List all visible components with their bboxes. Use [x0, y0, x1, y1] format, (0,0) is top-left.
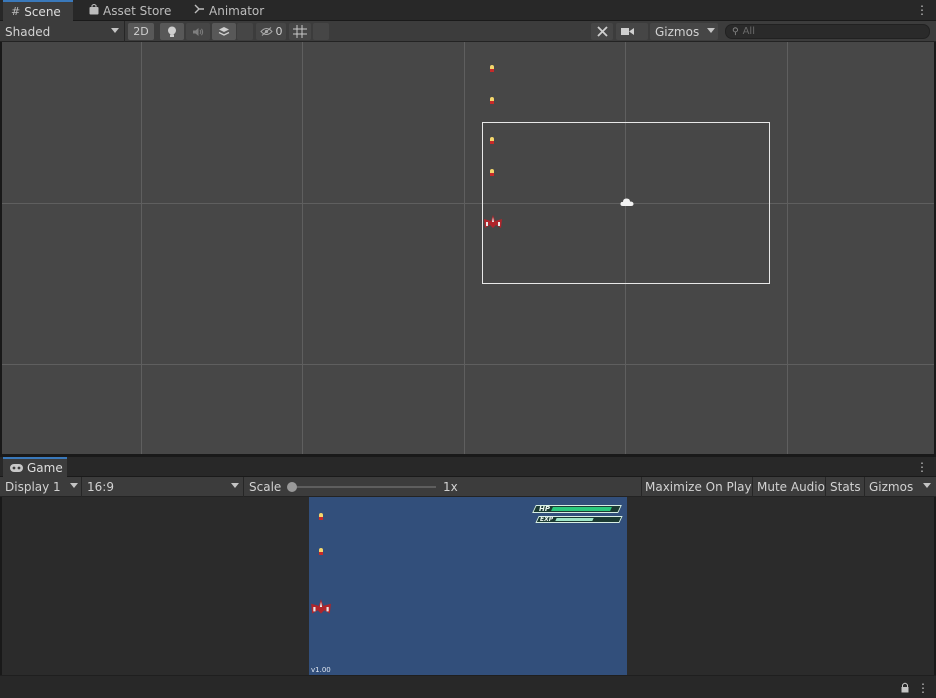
tab-asset-store[interactable]: Asset Store — [83, 0, 173, 21]
search-placeholder: All — [742, 26, 755, 37]
grid-icon: # — [11, 5, 21, 18]
exp-label: EXP — [540, 516, 554, 523]
chevron-down-icon — [707, 28, 715, 33]
game-toolbar: Display 1 16:9 Scale 1x Maximize On Play… — [0, 477, 936, 497]
hidden-objects-count: 0 — [275, 25, 283, 38]
hp-label: HP — [539, 505, 550, 513]
exp-bar-fill — [555, 518, 594, 521]
game-gizmos-dropdown[interactable]: Gizmos — [864, 478, 934, 495]
tab-animator-label: Animator — [209, 3, 265, 18]
bullet-sprite — [319, 548, 323, 555]
scale-slider-track[interactable] — [290, 486, 436, 488]
grid-line — [464, 42, 465, 454]
tab-game[interactable]: Game — [3, 457, 67, 477]
aspect-label: 16:9 — [87, 479, 114, 494]
lighting-toggle[interactable] — [160, 23, 184, 40]
gizmos-dropdown[interactable]: Gizmos — [650, 23, 718, 40]
tab-animator[interactable]: Animator — [190, 0, 270, 21]
camera-icon — [621, 28, 634, 35]
draw-mode-label: Shaded — [5, 24, 51, 39]
animator-icon — [194, 4, 205, 17]
game-tab-bar: Game ⋮ — [0, 457, 936, 477]
tab-scene-label: Scene — [24, 4, 61, 19]
lock-icon[interactable] — [901, 682, 909, 693]
status-menu-icon[interactable]: ⋮ — [917, 682, 929, 694]
bullet-sprite[interactable] — [490, 65, 494, 72]
toolbar-separator — [243, 477, 244, 497]
scale-value: 1x — [443, 480, 458, 494]
grid-line — [787, 42, 788, 454]
game-canvas[interactable]: HP EXP v1.00 — [309, 497, 627, 675]
stats-toggle[interactable]: Stats — [830, 477, 861, 497]
display-dropdown[interactable]: Display 1 — [0, 478, 81, 495]
bag-icon — [89, 3, 99, 18]
bullet-sprite[interactable] — [490, 97, 494, 104]
lightbulb-icon — [168, 26, 176, 37]
player-ship-sprite[interactable] — [483, 215, 503, 229]
effects-dropdown[interactable] — [237, 23, 253, 40]
version-label: v1.00 — [311, 666, 331, 674]
bullet-sprite[interactable] — [490, 137, 494, 144]
tab-scene[interactable]: # Scene — [3, 0, 73, 21]
toolbar-separator — [124, 21, 125, 42]
chevron-down-icon — [70, 483, 78, 488]
tools-icon — [596, 26, 608, 37]
bullet-sprite[interactable] — [490, 169, 494, 176]
maximize-on-play-toggle[interactable]: Maximize On Play — [645, 477, 752, 497]
scale-slider-thumb[interactable] — [287, 482, 297, 492]
mute-audio-toggle[interactable]: Mute Audio — [757, 477, 825, 497]
chevron-down-icon — [231, 483, 239, 488]
toggle-2d-button[interactable]: 2D — [128, 23, 154, 40]
effects-toggle[interactable] — [212, 23, 236, 40]
draw-mode-dropdown[interactable]: Shaded — [0, 23, 122, 40]
tools-toggle[interactable] — [591, 23, 613, 40]
scene-visibility-toggle[interactable]: 0 — [256, 23, 286, 40]
eye-hidden-icon — [259, 27, 273, 36]
tab-asset-store-label: Asset Store — [103, 3, 172, 18]
toggle-2d-label: 2D — [133, 25, 149, 38]
grid-line — [141, 42, 142, 454]
scale-label: Scale — [249, 480, 282, 494]
chevron-down-icon — [111, 28, 119, 33]
toolbar-separator — [641, 477, 642, 497]
search-icon: ⚲ — [732, 26, 739, 37]
grid-snap-icon — [293, 25, 307, 38]
bullet-sprite — [319, 513, 323, 520]
toolbar-separator — [825, 477, 826, 497]
hp-bar-fill — [551, 507, 612, 511]
grid-line — [302, 42, 303, 454]
scene-menu-icon[interactable]: ⋮ — [916, 4, 928, 16]
gamepad-icon — [10, 462, 23, 475]
layers-icon — [218, 27, 230, 36]
player-ship-sprite — [311, 599, 331, 614]
scene-viewport[interactable] — [2, 42, 934, 454]
game-gizmos-label: Gizmos — [869, 479, 914, 494]
scene-toolbar: Shaded 2D 0 Gizmos ⚲ All — [0, 21, 936, 42]
game-viewport[interactable]: HP EXP v1.00 — [2, 497, 934, 675]
gizmos-label: Gizmos — [655, 24, 700, 39]
camera-dropdown[interactable] — [616, 23, 648, 40]
status-bar: ⋮ — [0, 675, 936, 698]
grid-snapping-toggle[interactable] — [289, 23, 311, 40]
scene-tab-bar: # Scene Asset Store Animator ⋮ — [0, 0, 936, 21]
speaker-icon — [193, 27, 204, 36]
chevron-down-icon — [923, 483, 931, 488]
camera-gizmo-icon[interactable] — [620, 197, 634, 207]
toolbar-separator — [752, 477, 753, 497]
grid-dropdown[interactable] — [313, 23, 329, 40]
grid-line — [2, 364, 934, 365]
tab-game-label: Game — [27, 461, 63, 475]
display-label: Display 1 — [5, 479, 61, 494]
scene-search-input[interactable]: ⚲ All — [725, 24, 930, 39]
game-menu-icon[interactable]: ⋮ — [916, 461, 928, 473]
grid-line — [2, 203, 934, 204]
aspect-dropdown[interactable]: 16:9 — [82, 478, 242, 495]
audio-toggle[interactable] — [186, 23, 210, 40]
